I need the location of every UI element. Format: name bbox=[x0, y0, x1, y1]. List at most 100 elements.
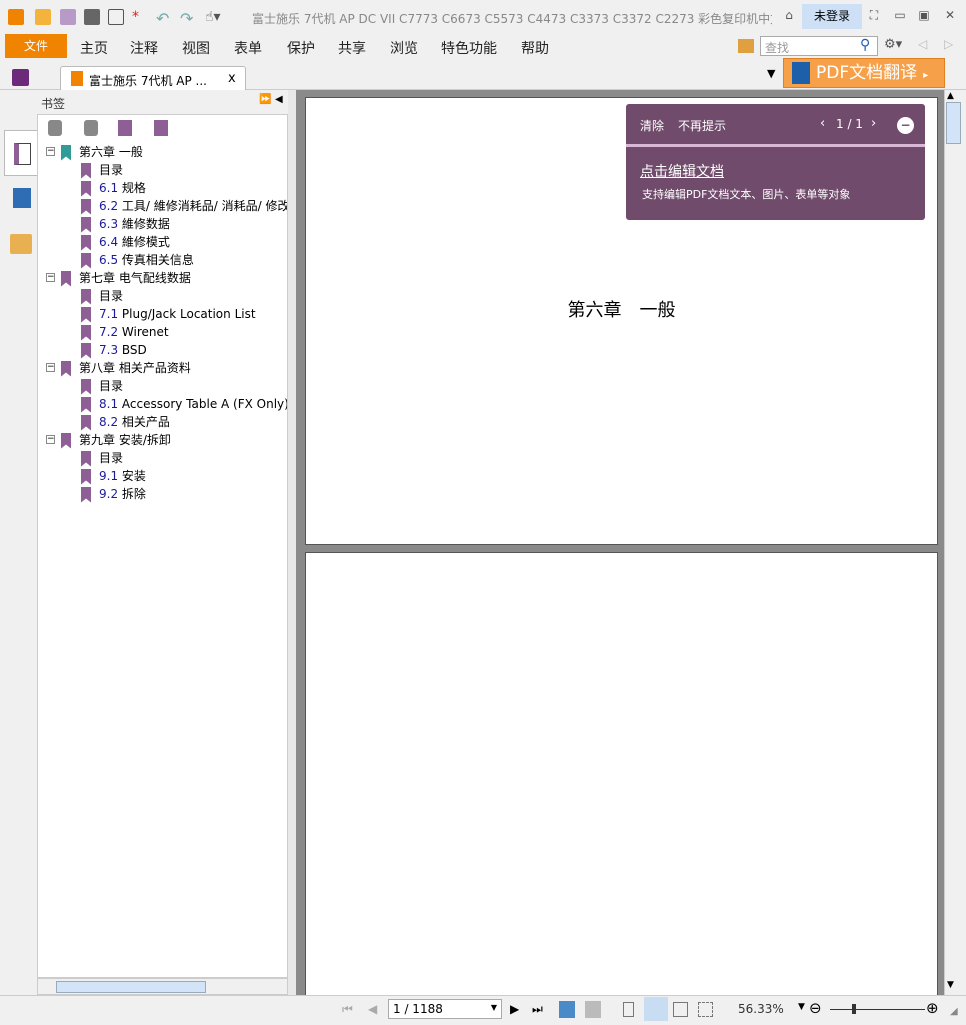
zoom-level[interactable]: 56.33% bbox=[738, 1002, 784, 1016]
clear-button[interactable]: 清除 bbox=[640, 117, 664, 134]
zoom-in-icon[interactable]: ⊕ bbox=[926, 999, 939, 1017]
edit-document-link[interactable]: 点击编辑文档 bbox=[640, 161, 724, 181]
delete-bookmark-icon[interactable] bbox=[48, 120, 62, 136]
bookmark-horizontal-scrollbar[interactable] bbox=[37, 978, 288, 995]
bookmark-item[interactable]: 7.2 Wirenet bbox=[81, 323, 169, 341]
menu-file[interactable]: 文件 bbox=[5, 34, 67, 58]
bookmark-item[interactable]: 目录 bbox=[81, 377, 123, 395]
menu-share[interactable]: 共享 bbox=[338, 38, 366, 58]
menu-home[interactable]: 主页 bbox=[80, 38, 108, 58]
next-tip-icon[interactable]: › bbox=[871, 116, 876, 131]
redo-icon[interactable]: ↷ bbox=[180, 9, 196, 28]
tab-close-button[interactable]: x bbox=[228, 71, 236, 86]
bookmark-label: 安装 bbox=[118, 469, 146, 483]
scroll-thumb[interactable] bbox=[56, 981, 206, 993]
open-icon[interactable] bbox=[35, 9, 51, 25]
facing-page-icon[interactable] bbox=[673, 1002, 688, 1017]
pages-icon[interactable] bbox=[13, 188, 31, 208]
continuous-page-icon[interactable] bbox=[644, 997, 668, 1021]
scroll-thumb[interactable] bbox=[946, 102, 961, 144]
prev-tip-icon[interactable]: ‹ bbox=[820, 116, 825, 131]
undo-icon[interactable]: ↶ bbox=[156, 9, 172, 28]
bookmark-item[interactable]: 8.1 Accessory Table A (FX Only) / bbox=[81, 395, 287, 413]
skin-icon[interactable]: ⌂ bbox=[781, 8, 797, 24]
zoom-slider-thumb[interactable] bbox=[851, 1004, 856, 1014]
hand-tool-icon[interactable]: ☝▾ bbox=[205, 9, 221, 25]
minimize-button[interactable]: ▭ bbox=[892, 8, 908, 24]
resize-grip-icon[interactable]: ◢ bbox=[950, 1006, 958, 1017]
menu-view[interactable]: 视图 bbox=[182, 38, 210, 58]
next-page-icon[interactable]: ▶ bbox=[510, 1002, 519, 1016]
save-icon[interactable] bbox=[60, 9, 76, 25]
bookmark-item[interactable]: 7.1 Plug/Jack Location List bbox=[81, 305, 256, 323]
scroll-up-icon[interactable]: ▲ bbox=[947, 91, 954, 101]
bookmark-item[interactable]: 9.2 拆除 bbox=[81, 485, 146, 503]
collapse-panel-icon[interactable]: ◀ bbox=[275, 94, 283, 105]
first-page-icon[interactable]: ⏮ bbox=[342, 1002, 353, 1017]
print-icon[interactable] bbox=[84, 9, 100, 25]
bookmark-item[interactable]: 9.1 安装 bbox=[81, 467, 146, 485]
menu-browse[interactable]: 浏览 bbox=[390, 38, 418, 58]
prev-view-icon[interactable] bbox=[559, 1001, 575, 1018]
collapse-toggle[interactable]: − bbox=[46, 363, 55, 372]
find-folder-icon[interactable] bbox=[738, 39, 754, 53]
prev-page-icon[interactable]: ◀ bbox=[368, 1002, 377, 1016]
comments-icon[interactable] bbox=[10, 234, 32, 254]
bookmark-item[interactable]: 6.5 传真相关信息 bbox=[81, 251, 194, 269]
bookmark-item[interactable]: 6.3 維修数据 bbox=[81, 215, 170, 233]
zoom-dropdown-icon[interactable]: ▼ bbox=[798, 1002, 805, 1012]
bookmark-item[interactable]: 目录 bbox=[81, 287, 123, 305]
settings-icon[interactable]: ⚙▾ bbox=[884, 37, 902, 52]
single-page-icon[interactable] bbox=[623, 1002, 634, 1017]
add-bookmark-icon[interactable] bbox=[84, 120, 98, 136]
move-bookmark-icon[interactable] bbox=[118, 120, 132, 136]
bookmark-chapter[interactable]: 第八章 相关产品资料 bbox=[61, 359, 191, 377]
bookmark-item[interactable]: 目录 bbox=[81, 161, 123, 179]
page-dropdown-icon[interactable]: ▼ bbox=[491, 1003, 497, 1012]
bookmark-item[interactable]: 8.2 相关产品 bbox=[81, 413, 170, 431]
next-icon[interactable]: ▷ bbox=[944, 37, 953, 51]
bookmark-item[interactable]: 目录 bbox=[81, 449, 123, 467]
menu-features[interactable]: 特色功能 bbox=[441, 38, 497, 58]
last-page-icon[interactable]: ⏭ bbox=[532, 1002, 543, 1017]
collapse-toggle[interactable]: − bbox=[46, 147, 55, 156]
properties-icon[interactable] bbox=[108, 9, 124, 25]
menu-protect[interactable]: 保护 bbox=[287, 38, 315, 58]
search-icon[interactable]: ⚲ bbox=[860, 37, 870, 53]
prev-icon[interactable]: ◁ bbox=[918, 37, 927, 51]
no-remind-button[interactable]: 不再提示 bbox=[678, 117, 726, 134]
new-icon[interactable]: * bbox=[132, 9, 148, 25]
bookmarks-tab[interactable] bbox=[4, 130, 38, 176]
menu-help[interactable]: 帮助 bbox=[521, 38, 549, 58]
bookmark-item[interactable]: 6.1 规格 bbox=[81, 179, 146, 197]
maximize-button[interactable]: ▣ bbox=[916, 8, 932, 24]
collapse-toggle[interactable]: − bbox=[46, 435, 55, 444]
collapse-toggle[interactable]: − bbox=[46, 273, 55, 282]
bookmark-chapter[interactable]: 第七章 电气配线数据 bbox=[61, 269, 191, 287]
next-view-icon[interactable] bbox=[585, 1001, 601, 1018]
document-vertical-scrollbar[interactable]: ▲ ▼ bbox=[944, 90, 962, 995]
login-button[interactable]: 未登录 bbox=[802, 4, 862, 29]
menu-comment[interactable]: 注释 bbox=[130, 38, 158, 58]
continuous-facing-icon[interactable] bbox=[698, 1002, 713, 1017]
bookmark-item[interactable]: 6.2 工具/ 維修消耗品/ 消耗品/ 修改 bbox=[81, 197, 287, 215]
app-logo-icon bbox=[8, 9, 24, 25]
collapse-popup-icon[interactable]: − bbox=[897, 117, 914, 134]
zoom-out-icon[interactable]: ⊖ bbox=[809, 999, 822, 1017]
document-tab[interactable]: 富士施乐 7代机 AP ... x bbox=[60, 66, 246, 90]
menu-form[interactable]: 表单 bbox=[234, 38, 262, 58]
expand-panel-icon[interactable]: ⏩ bbox=[259, 94, 271, 105]
pdf-translate-button[interactable]: PDF文档翻译 ▸ bbox=[783, 58, 945, 88]
bookmark-chapter[interactable]: 第九章 安装/拆卸 bbox=[61, 431, 171, 449]
bookmark-chapter[interactable]: 第六章 一般 bbox=[61, 143, 143, 161]
bookmark-item[interactable]: 7.3 BSD bbox=[81, 341, 147, 359]
fullscreen-icon[interactable]: ⛶ bbox=[866, 8, 882, 24]
page-number-input[interactable]: 1 / 1188 ▼ bbox=[388, 999, 502, 1019]
bookmark-item[interactable]: 6.4 維修模式 bbox=[81, 233, 170, 251]
scroll-down-icon[interactable]: ▼ bbox=[947, 980, 954, 990]
expand-bookmark-icon[interactable] bbox=[154, 120, 168, 136]
zoom-slider[interactable] bbox=[830, 1009, 925, 1010]
tab-list-dropdown[interactable]: ▼ bbox=[767, 67, 775, 80]
panel-splitter[interactable] bbox=[288, 90, 296, 995]
close-button[interactable]: ✕ bbox=[942, 8, 958, 24]
